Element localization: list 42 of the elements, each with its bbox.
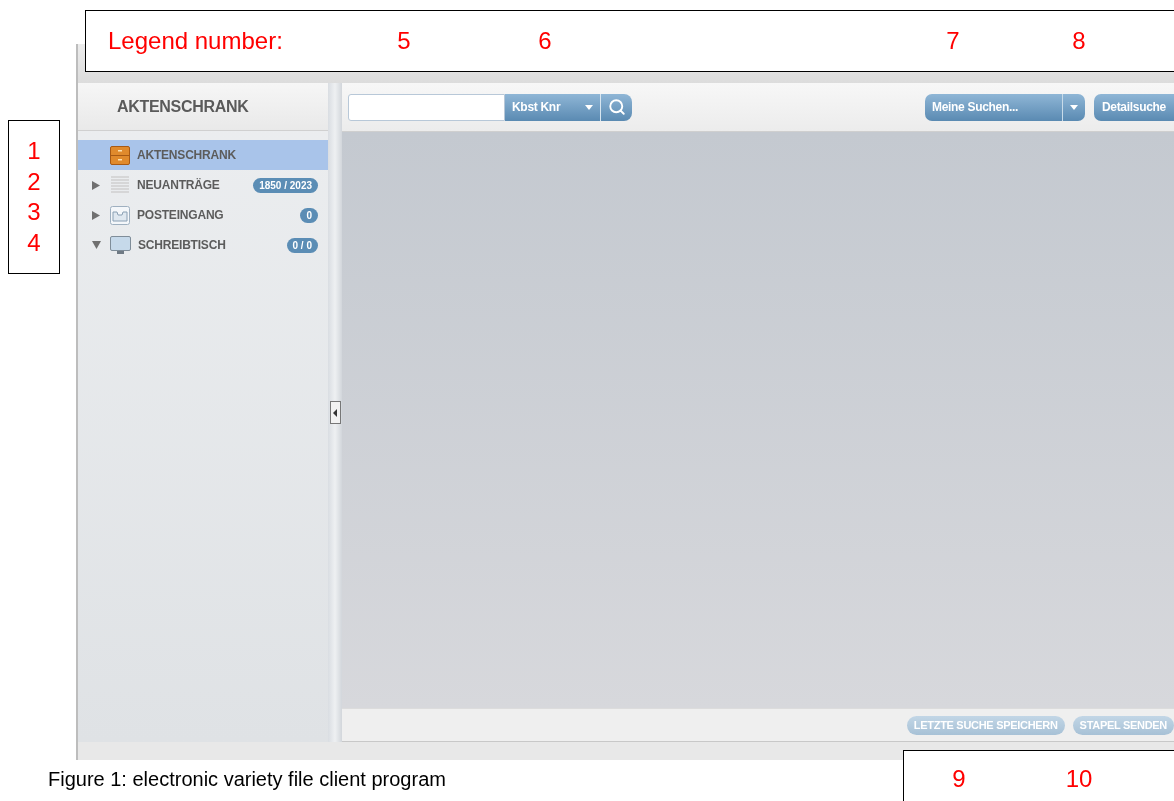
detail-search-button[interactable]: Detailsuche — [1093, 93, 1174, 121]
tree-item[interactable]: POSTEINGANG 0 — [78, 200, 328, 230]
search-field[interactable] — [348, 93, 505, 121]
tree-item[interactable]: AKTENSCHRANK — [78, 140, 328, 170]
search-icon — [607, 98, 626, 116]
inbox-icon — [110, 205, 130, 225]
collapse-icon[interactable] — [92, 241, 101, 249]
legend-number: 1 — [26, 136, 42, 166]
legend-number: 10 — [1064, 765, 1094, 793]
legend-number: 5 — [396, 27, 412, 55]
scope-dropdown[interactable]: Kbst Knr — [505, 93, 601, 121]
collapse-handle[interactable] — [329, 401, 341, 424]
tree-item-label: AKTENSCHRANK — [137, 148, 237, 162]
legend-number: 4 — [26, 227, 42, 258]
legend-number: 7 — [945, 27, 961, 55]
legend-number: 3 — [26, 197, 42, 227]
count-badge: 1850 / 2023 — [253, 177, 318, 193]
legend-number: 9 — [951, 765, 967, 793]
legend-number: 8 — [1071, 27, 1087, 55]
expand-icon[interactable] — [92, 210, 100, 220]
figure-caption: Figure 1: electronic variety file client program — [48, 768, 446, 791]
tree-item-label: POSTEINGANG — [137, 208, 225, 222]
tree-item[interactable]: SCHREIBTISCH 0 / 0 — [78, 230, 328, 260]
monitor-icon — [110, 235, 131, 255]
legend-number: 6 — [537, 27, 553, 55]
expand-icon[interactable] — [92, 180, 100, 190]
caret-icon — [585, 104, 593, 110]
left-arrow-icon — [333, 408, 337, 417]
count-badge: 0 — [300, 207, 318, 223]
list-icon — [110, 176, 130, 194]
cabinet-icon — [110, 145, 130, 165]
dropdown-button[interactable] — [1062, 93, 1085, 121]
saved-searches-dropdown[interactable]: Meine Suchen... — [924, 93, 1063, 121]
caret-icon — [1069, 104, 1078, 110]
legend-number: 2 — [26, 166, 42, 197]
sidebar-title: AKTENSCHRANK — [117, 97, 249, 116]
tree-item-label: SCHREIBTISCH — [138, 238, 227, 252]
legend-label: Legend number: — [108, 27, 284, 55]
count-badge: 0 / 0 — [286, 237, 318, 253]
tree-item[interactable]: NEUANTRÄGE 1850 / 2023 — [78, 170, 328, 200]
tree-item-label: NEUANTRÄGE — [137, 178, 221, 192]
search-button[interactable] — [601, 93, 632, 121]
